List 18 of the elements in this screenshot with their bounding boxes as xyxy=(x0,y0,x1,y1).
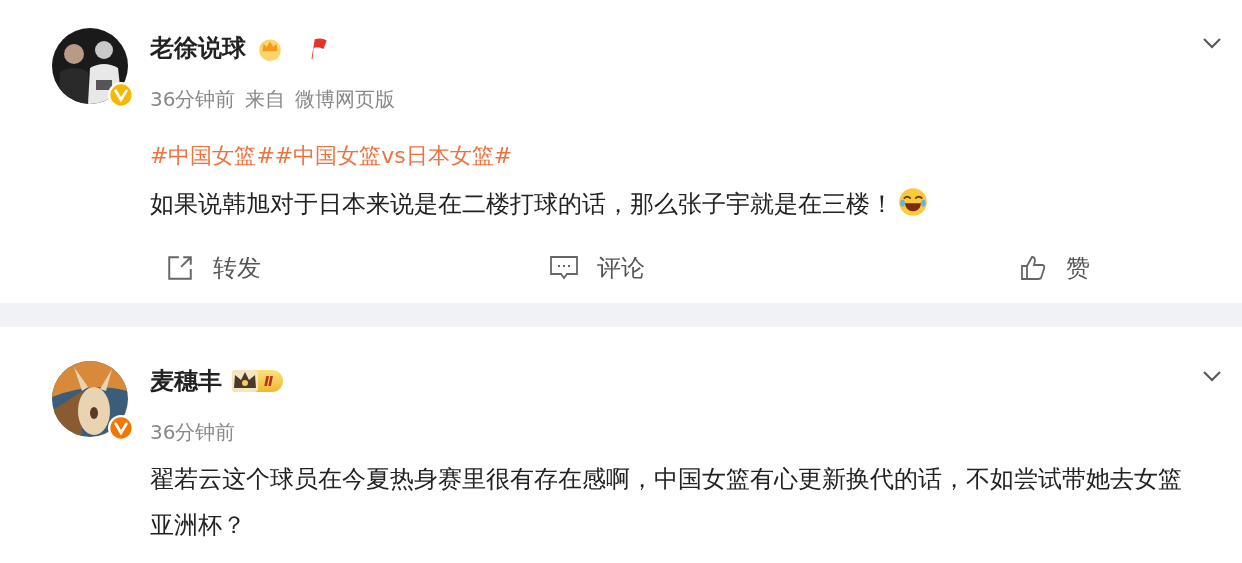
level-badge: Ⅱ xyxy=(232,370,284,392)
post-time: 36分钟前 xyxy=(150,419,236,446)
comment-icon xyxy=(549,254,579,282)
thumbs-up-icon xyxy=(1018,254,1048,282)
post-text: 翟若云这个球员在今夏热身赛里很有存在感啊，中国女篮有心更新换代的话，不如尝试带她去女篮亚洲杯？ xyxy=(150,465,1182,539)
laughing-emoji-icon xyxy=(898,187,928,217)
source-label: 来自 xyxy=(245,86,286,113)
chevron-icon[interactable] xyxy=(1202,370,1222,382)
chevron-icon[interactable] xyxy=(1202,37,1222,49)
source-link[interactable]: 微博网页版 xyxy=(295,86,396,113)
repost-button[interactable]: 转发 xyxy=(165,241,261,295)
author-name[interactable]: 麦穗丰 xyxy=(150,365,222,397)
comment-button[interactable]: 评论 xyxy=(549,241,645,295)
like-button[interactable]: 赞 xyxy=(1018,241,1090,295)
post-text: 如果说韩旭对于日本来说是在二楼打球的话，那么张子宇就是在三楼！ xyxy=(150,190,894,218)
author-name[interactable]: 老徐说球 xyxy=(150,32,246,64)
share-icon xyxy=(165,254,195,282)
post-time: 36分钟前 xyxy=(150,86,236,113)
